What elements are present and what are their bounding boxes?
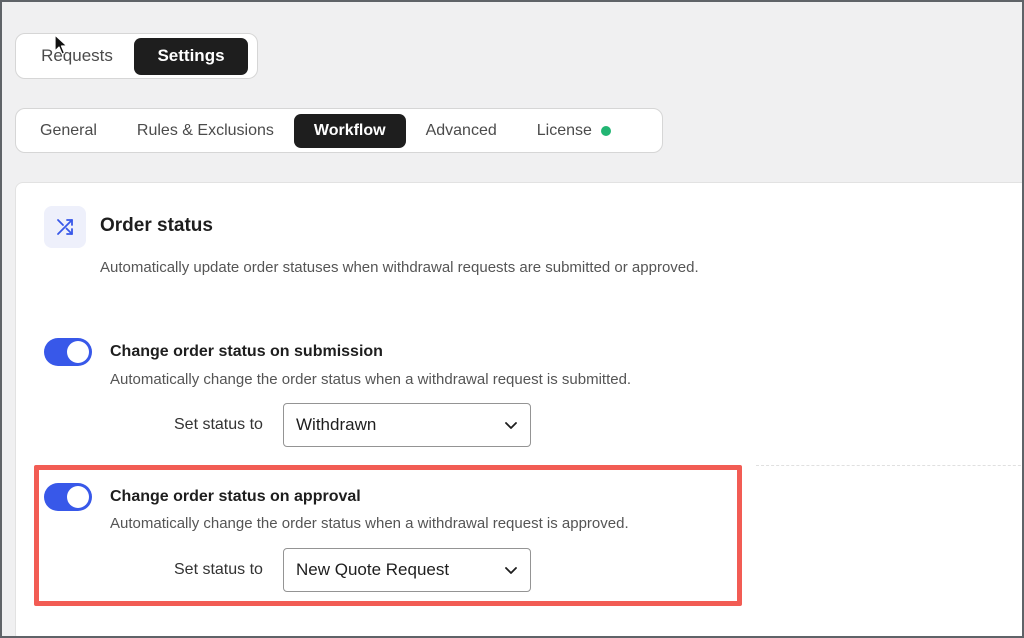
tab-rules-exclusions[interactable]: Rules & Exclusions: [117, 114, 294, 148]
submission-set-status-label: Set status to: [174, 416, 263, 433]
tab-advanced[interactable]: Advanced: [406, 114, 517, 148]
tab-license[interactable]: License: [517, 114, 631, 148]
approval-option-title: Change order status on approval: [110, 488, 361, 505]
section-description: Automatically update order statuses when…: [100, 259, 699, 276]
chevron-down-icon: [504, 563, 518, 577]
tab-requests[interactable]: Requests: [20, 38, 134, 75]
approval-option-description: Automatically change the order status wh…: [110, 515, 629, 532]
submission-status-toggle[interactable]: [44, 338, 92, 366]
chevron-down-icon: [504, 418, 518, 432]
tab-general[interactable]: General: [20, 114, 117, 148]
submission-status-value: Withdrawn: [296, 415, 377, 434]
workflow-settings-card: Order status Automatically update order …: [15, 182, 1022, 636]
submission-option-description: Automatically change the order status wh…: [110, 371, 632, 388]
top-view-switcher: Requests Settings: [15, 33, 258, 79]
shuffle-icon: [44, 206, 86, 248]
section-divider: [756, 465, 1022, 466]
approval-set-status-label: Set status to: [174, 561, 263, 578]
submission-status-select[interactable]: Withdrawn: [283, 403, 531, 447]
approval-status-toggle[interactable]: [44, 483, 92, 511]
tab-workflow[interactable]: Workflow: [293, 113, 406, 148]
toggle-knob: [67, 341, 89, 363]
approval-status-select[interactable]: New Quote Request: [283, 548, 531, 592]
tab-settings[interactable]: Settings: [134, 37, 248, 75]
app-window: Requests Settings General Rules & Exclus…: [2, 2, 1022, 636]
section-title: Order status: [100, 215, 213, 236]
license-status-dot: [600, 125, 611, 136]
tab-license-label: License: [536, 121, 592, 139]
mouse-cursor-icon: [54, 34, 68, 61]
toggle-knob: [67, 486, 89, 508]
approval-status-value: New Quote Request: [296, 560, 450, 579]
settings-tabs: General Rules & Exclusions Workflow Adva…: [15, 108, 663, 153]
submission-option-title: Change order status on submission: [110, 343, 383, 360]
